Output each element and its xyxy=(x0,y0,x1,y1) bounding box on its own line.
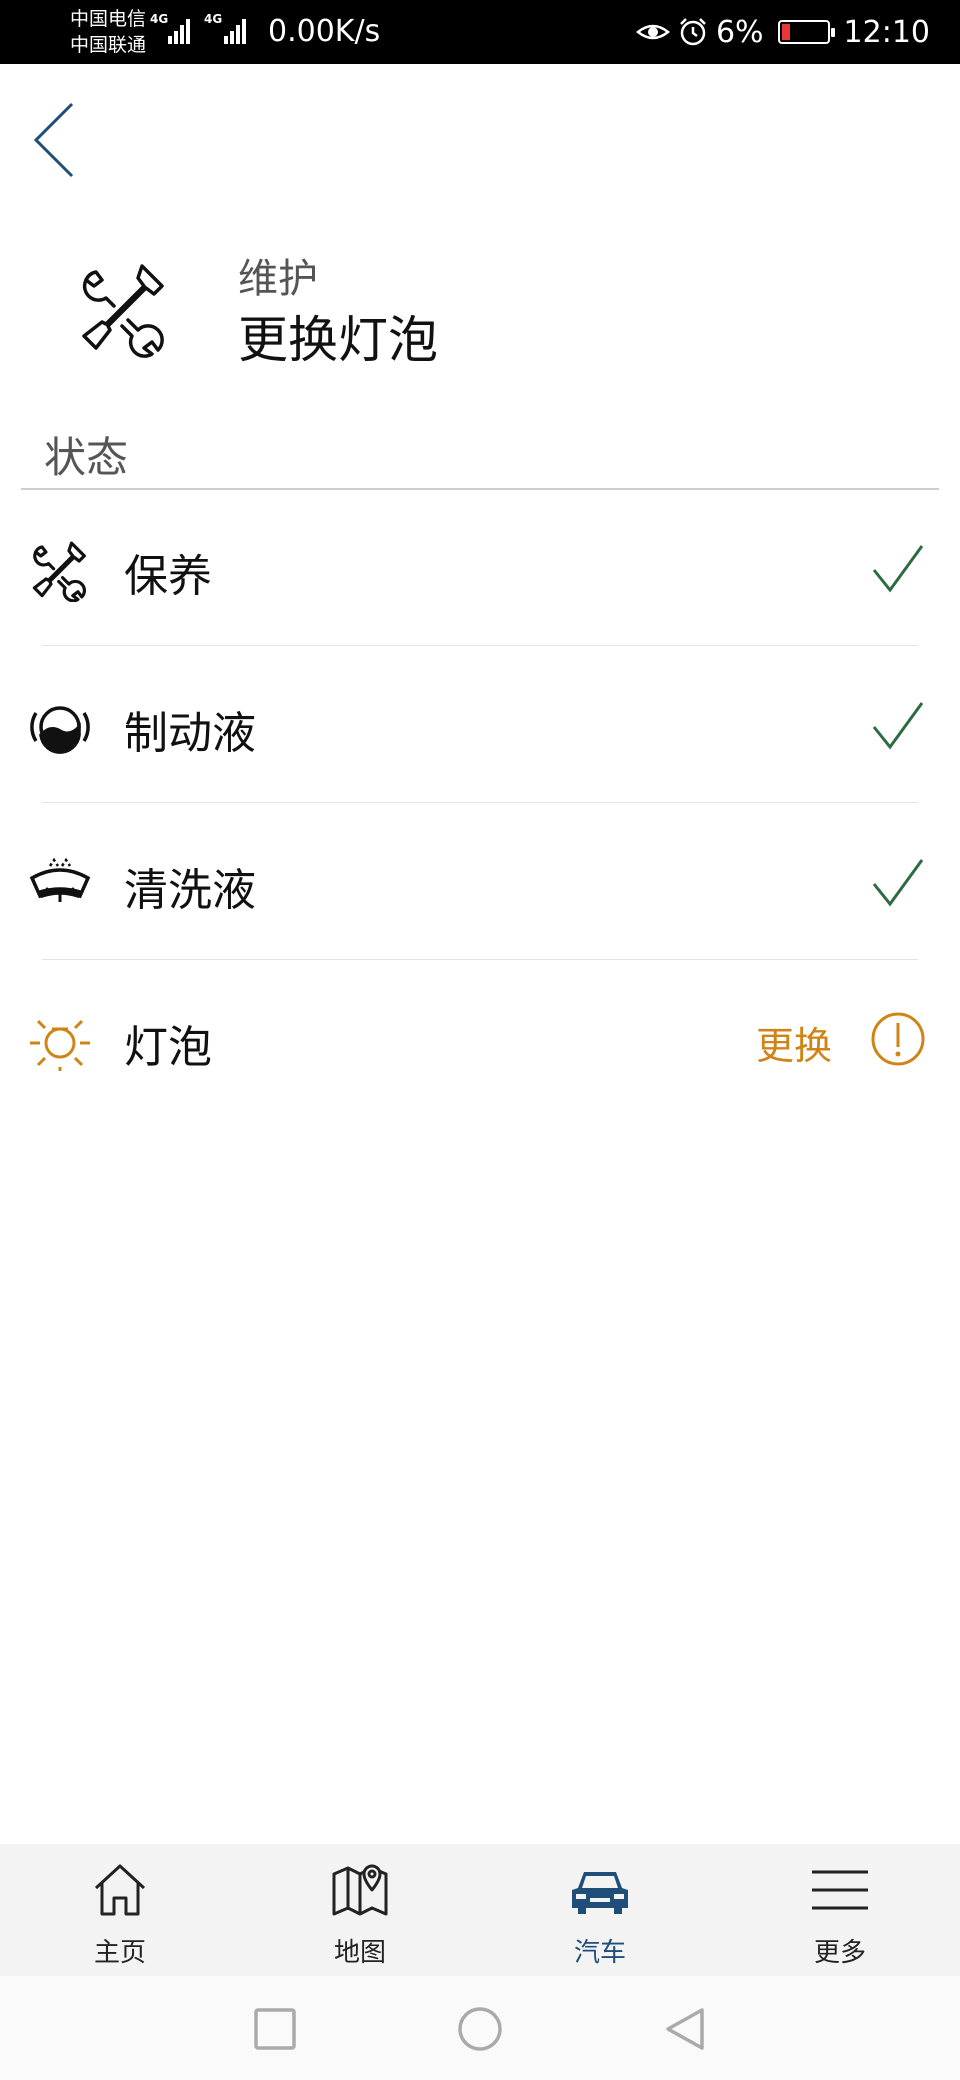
bottom-nav: 主页 地图 汽车 更多 xyxy=(0,1844,960,1976)
warning-icon xyxy=(871,1012,925,1066)
home-circle-icon[interactable] xyxy=(457,2006,503,2052)
nav-label: 更多 xyxy=(813,1938,866,1968)
car-icon xyxy=(572,1872,628,1914)
list-item[interactable]: 保养 xyxy=(0,490,960,646)
back-triangle-icon[interactable] xyxy=(662,2006,708,2052)
list-item[interactable]: 制动液 xyxy=(0,647,960,803)
nav-home[interactable]: 主页 xyxy=(0,1844,240,1976)
item-label: 清洗液 xyxy=(124,865,256,916)
section-title: 状态 xyxy=(44,433,129,482)
clock: 12:10 xyxy=(843,14,930,50)
signal-2-icon: 4G xyxy=(204,12,252,44)
map-icon xyxy=(332,1864,388,1916)
item-label: 保养 xyxy=(124,551,212,602)
nav-more[interactable]: 更多 xyxy=(720,1844,960,1976)
replace-action[interactable]: 更换 xyxy=(756,1015,832,1070)
list-item[interactable]: 灯泡 更换 xyxy=(0,961,960,1117)
eye-icon xyxy=(635,24,670,40)
system-nav-bar xyxy=(0,1976,960,2080)
home-icon xyxy=(94,1864,146,1916)
back-button[interactable] xyxy=(30,100,80,180)
recents-square-icon[interactable] xyxy=(252,2006,298,2052)
battery-icon xyxy=(777,20,835,44)
nav-label: 主页 xyxy=(93,1938,146,1968)
nav-car[interactable]: 汽车 xyxy=(480,1844,720,1976)
check-icon xyxy=(872,545,924,593)
carrier-2: 中国联通 xyxy=(70,34,147,56)
page-title: 更换灯泡 xyxy=(238,311,438,369)
wrench-screwdriver-icon xyxy=(28,538,92,603)
battery-percent: 6% xyxy=(715,14,764,50)
wrench-screwdriver-icon xyxy=(74,258,174,358)
signal-1-icon: 4G xyxy=(150,12,192,44)
bulb-icon xyxy=(28,1009,92,1073)
item-label: 制动液 xyxy=(124,708,256,759)
brake-fluid-icon xyxy=(28,695,92,759)
network-speed: 0.00K/s xyxy=(268,14,381,49)
nav-label: 汽车 xyxy=(573,1938,626,1968)
check-icon xyxy=(872,859,924,907)
item-label: 灯泡 xyxy=(124,1022,212,1073)
washer-fluid-icon xyxy=(28,852,92,916)
menu-icon xyxy=(812,1870,868,1910)
chevron-left-icon xyxy=(33,102,74,178)
nav-map[interactable]: 地图 xyxy=(240,1844,480,1976)
network-type-2: 4G xyxy=(204,12,223,26)
category-label: 维护 xyxy=(238,256,318,302)
carrier-labels: 中国电信 中国联通 xyxy=(70,6,146,58)
list-item[interactable]: 清洗液 xyxy=(0,804,960,960)
alarm-icon xyxy=(680,18,706,46)
carrier-1: 中国电信 xyxy=(70,8,147,30)
network-type-1: 4G xyxy=(150,12,169,26)
status-bar: 中国电信 中国联通 4G 4G 0.00K/s 6% 12:10 xyxy=(0,0,960,64)
nav-label: 地图 xyxy=(333,1938,386,1968)
check-icon xyxy=(872,702,924,750)
